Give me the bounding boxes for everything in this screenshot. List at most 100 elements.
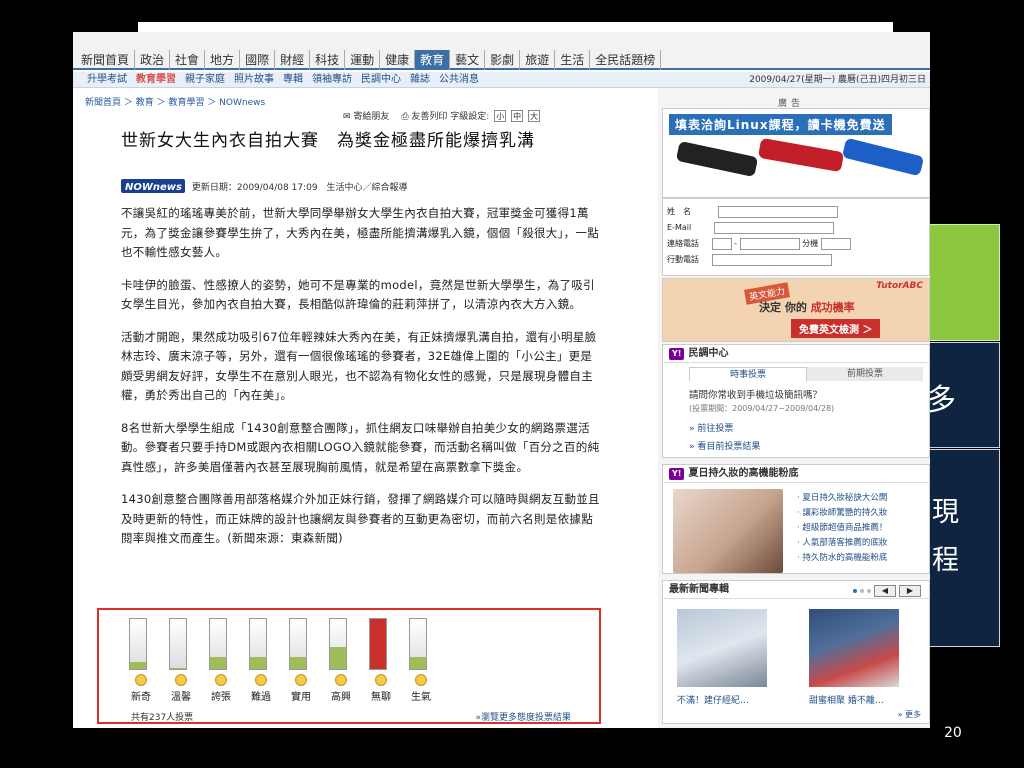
- makeup-link[interactable]: 超級節超值商品推薦！: [797, 521, 887, 536]
- breadcrumb[interactable]: 新聞首頁 ＞ 教育 ＞ 教育學習 ＞ NOWnews: [85, 95, 265, 108]
- makeup-link[interactable]: 讓彩妝師驚艷的持久妝: [797, 506, 887, 521]
- pager-dot[interactable]: [860, 589, 864, 593]
- tab-2[interactable]: 社會: [170, 50, 206, 70]
- tab-13[interactable]: 生活: [555, 50, 591, 70]
- tab-current-poll[interactable]: 時事投票: [689, 367, 807, 381]
- tab-6[interactable]: 科技: [310, 50, 346, 70]
- vote-option[interactable]: 難過: [241, 674, 281, 703]
- vote-option[interactable]: 誇張: [201, 674, 241, 703]
- tab-10[interactable]: 藝文: [450, 50, 486, 70]
- model-photo[interactable]: [673, 489, 783, 573]
- tab-14[interactable]: 全民話題榜: [590, 50, 662, 70]
- vote-options: 新奇 溫馨 誇張 難過 實用 高興 無聊 生氣: [121, 674, 441, 703]
- free-english-test-button[interactable]: 免費英文檢測 ＞: [791, 319, 881, 338]
- more-news-link[interactable]: » 更多: [898, 709, 921, 720]
- news-caption-2[interactable]: 甜蜜相聚 婚不離…: [809, 693, 884, 706]
- latest-news-albums: 最新新聞專輯 ◀ ▶ 不滿！建仔經紀… 甜蜜相聚 婚不離… » 更多: [662, 580, 930, 724]
- vote-bar: [289, 618, 307, 670]
- article-title: 世新女大生內衣自拍大賽 為獎金極盡所能爆擠乳溝: [121, 131, 535, 151]
- next-arrow-icon[interactable]: ▶: [899, 585, 921, 597]
- go-vote-link[interactable]: » 前往投票: [689, 421, 733, 434]
- usb-card-reader-black: [675, 140, 759, 178]
- font-size-label: 字級設定:: [450, 112, 490, 122]
- vote-option[interactable]: 新奇: [121, 674, 161, 703]
- news-caption-1[interactable]: 不滿！建仔經紀…: [677, 693, 749, 706]
- subnav-item-6[interactable]: 民調中心: [361, 73, 401, 87]
- subnav-item-2[interactable]: 親子家庭: [185, 73, 225, 87]
- area-code-field[interactable]: [711, 237, 732, 250]
- vote-option[interactable]: 實用: [281, 674, 321, 703]
- subnav-item-4[interactable]: 專輯: [283, 73, 303, 87]
- vote-more-link[interactable]: »瀏覽更多態度投票結果: [475, 710, 571, 723]
- name-label: 姓 名: [667, 207, 691, 216]
- ext-label: 分機: [802, 239, 819, 248]
- vote-option-label: 實用: [291, 692, 311, 703]
- print-link[interactable]: 友善列印: [411, 112, 447, 122]
- tutorabc-ad[interactable]: TutorABC 英文能力 決定 你的 成功機率 免費英文檢測 ＞: [662, 278, 930, 342]
- font-large-button[interactable]: 大: [527, 110, 540, 122]
- article-body: 不讓吳紅的瑤瑤專美於前，世新大學同學舉辦女大學生內衣自拍大賽，冠軍獎金可獲得1萬…: [121, 204, 601, 562]
- tab-0[interactable]: 新聞首頁: [76, 50, 136, 70]
- pager-dot[interactable]: [867, 589, 871, 593]
- linux-course-ad[interactable]: 填表洽詢Linux課程，讀卡機免費送: [662, 108, 930, 198]
- green-side-block: [925, 224, 1000, 341]
- ext-field[interactable]: [820, 237, 851, 250]
- nownews-logo: NOWnews: [121, 178, 185, 197]
- vote-option[interactable]: 生氣: [401, 674, 441, 703]
- tab-5[interactable]: 財經: [275, 50, 311, 70]
- sub-nav: 升學考試 教育學習 親子家庭 照片故事 專輯 領袖專訪 民調中心 雜誌 公共消息 2009/04…: [73, 72, 930, 88]
- smiley-icon: [255, 674, 267, 686]
- tab-1[interactable]: 政治: [135, 50, 171, 70]
- font-small-button[interactable]: 小: [494, 110, 507, 122]
- mood-vote-panel: 新奇 溫馨 誇張 難過 實用 高興 無聊 生氣 共有237人投票 »瀏覽更多態度投票結果: [97, 608, 601, 724]
- pager-dot[interactable]: [853, 589, 857, 593]
- tab-11[interactable]: 影劇: [485, 50, 521, 70]
- vote-option[interactable]: 高興: [321, 674, 361, 703]
- font-medium-button[interactable]: 中: [511, 110, 524, 122]
- subnav-item-5[interactable]: 領袖專訪: [312, 73, 352, 87]
- smiley-icon: [415, 674, 427, 686]
- mobile-field[interactable]: [711, 253, 832, 266]
- vote-option[interactable]: 無聊: [361, 674, 401, 703]
- smiley-icon: [375, 674, 387, 686]
- phone-field[interactable]: [739, 237, 800, 250]
- news-thumbnail-wedding[interactable]: [809, 609, 899, 687]
- subnav-item-1[interactable]: 教育學習: [136, 73, 176, 87]
- tab-past-poll[interactable]: 前期投票: [807, 367, 923, 381]
- prev-arrow-icon[interactable]: ◀: [874, 585, 896, 597]
- vote-bars: [129, 618, 427, 670]
- tab-3[interactable]: 地方: [205, 50, 241, 70]
- category-tabs: 新聞首頁 政治 社會 地方 國際 財經 科技 運動 健康 教育 藝文 影劇 旅遊 生活 全民話題榜: [76, 50, 662, 70]
- tutor-headline: 決定 你的 成功機率: [759, 301, 855, 314]
- send-to-friend-link[interactable]: 寄給朋友: [353, 112, 389, 122]
- vote-bar: [329, 618, 347, 670]
- news-thumbnail-baseball[interactable]: [677, 609, 767, 687]
- subnav-item-3[interactable]: 照片故事: [234, 73, 274, 87]
- article-paragraph: 1430創意整合團隊善用部落格媒介外加正妹行銷，發揮了網路媒介可以隨時與網友互動…: [121, 492, 600, 545]
- tab-8[interactable]: 健康: [380, 50, 416, 70]
- makeup-link[interactable]: 持久防水的高機能粉底: [797, 551, 887, 566]
- subnav-item-8[interactable]: 公共消息: [439, 73, 479, 87]
- album-pager: ◀ ▶: [853, 585, 921, 597]
- vote-option-label: 無聊: [371, 692, 391, 703]
- vote-option[interactable]: 溫馨: [161, 674, 201, 703]
- email-field[interactable]: [713, 221, 834, 234]
- subnav-item-7[interactable]: 雜誌: [410, 73, 430, 87]
- makeup-promo: Y!夏日持久妝的高機能粉底 夏日持久妝秘訣大公開讓彩妝師驚艷的持久妝超級節超值商…: [662, 464, 930, 574]
- tab-9[interactable]: 教育: [415, 50, 451, 70]
- smiley-icon: [335, 674, 347, 686]
- subnav-item-0[interactable]: 升學考試: [87, 73, 127, 87]
- poll-results-link[interactable]: » 看目前投票結果: [689, 439, 760, 452]
- vote-bar: [209, 618, 227, 670]
- tab-12[interactable]: 旅遊: [520, 50, 556, 70]
- poll-period: (投票期間：2009/04/27~2009/04/28): [689, 404, 835, 413]
- news-webpage-screenshot: 新聞首頁 政治 社會 地方 國際 財經 科技 運動 健康 教育 藝文 影劇 旅遊 生活 全民話題榜 升學考試…: [73, 32, 930, 728]
- mobile-label: 行動電話: [667, 255, 699, 264]
- article-paragraph: 卡哇伊的臉蛋、性感撩人的姿勢，她可不是專業的model，竟然是世新大學學生，為了…: [121, 277, 595, 312]
- right-sidebar: 廣告 填表洽詢Linux課程，讀卡機免費送 姓 名 E-Mail 連絡電話 - …: [658, 88, 930, 728]
- tab-4[interactable]: 國際: [240, 50, 276, 70]
- name-field[interactable]: [717, 205, 838, 218]
- makeup-link[interactable]: 人氣部落客推薦的底妝: [797, 536, 887, 551]
- makeup-link[interactable]: 夏日持久妝秘訣大公開: [797, 491, 887, 506]
- tab-7[interactable]: 運動: [345, 50, 381, 70]
